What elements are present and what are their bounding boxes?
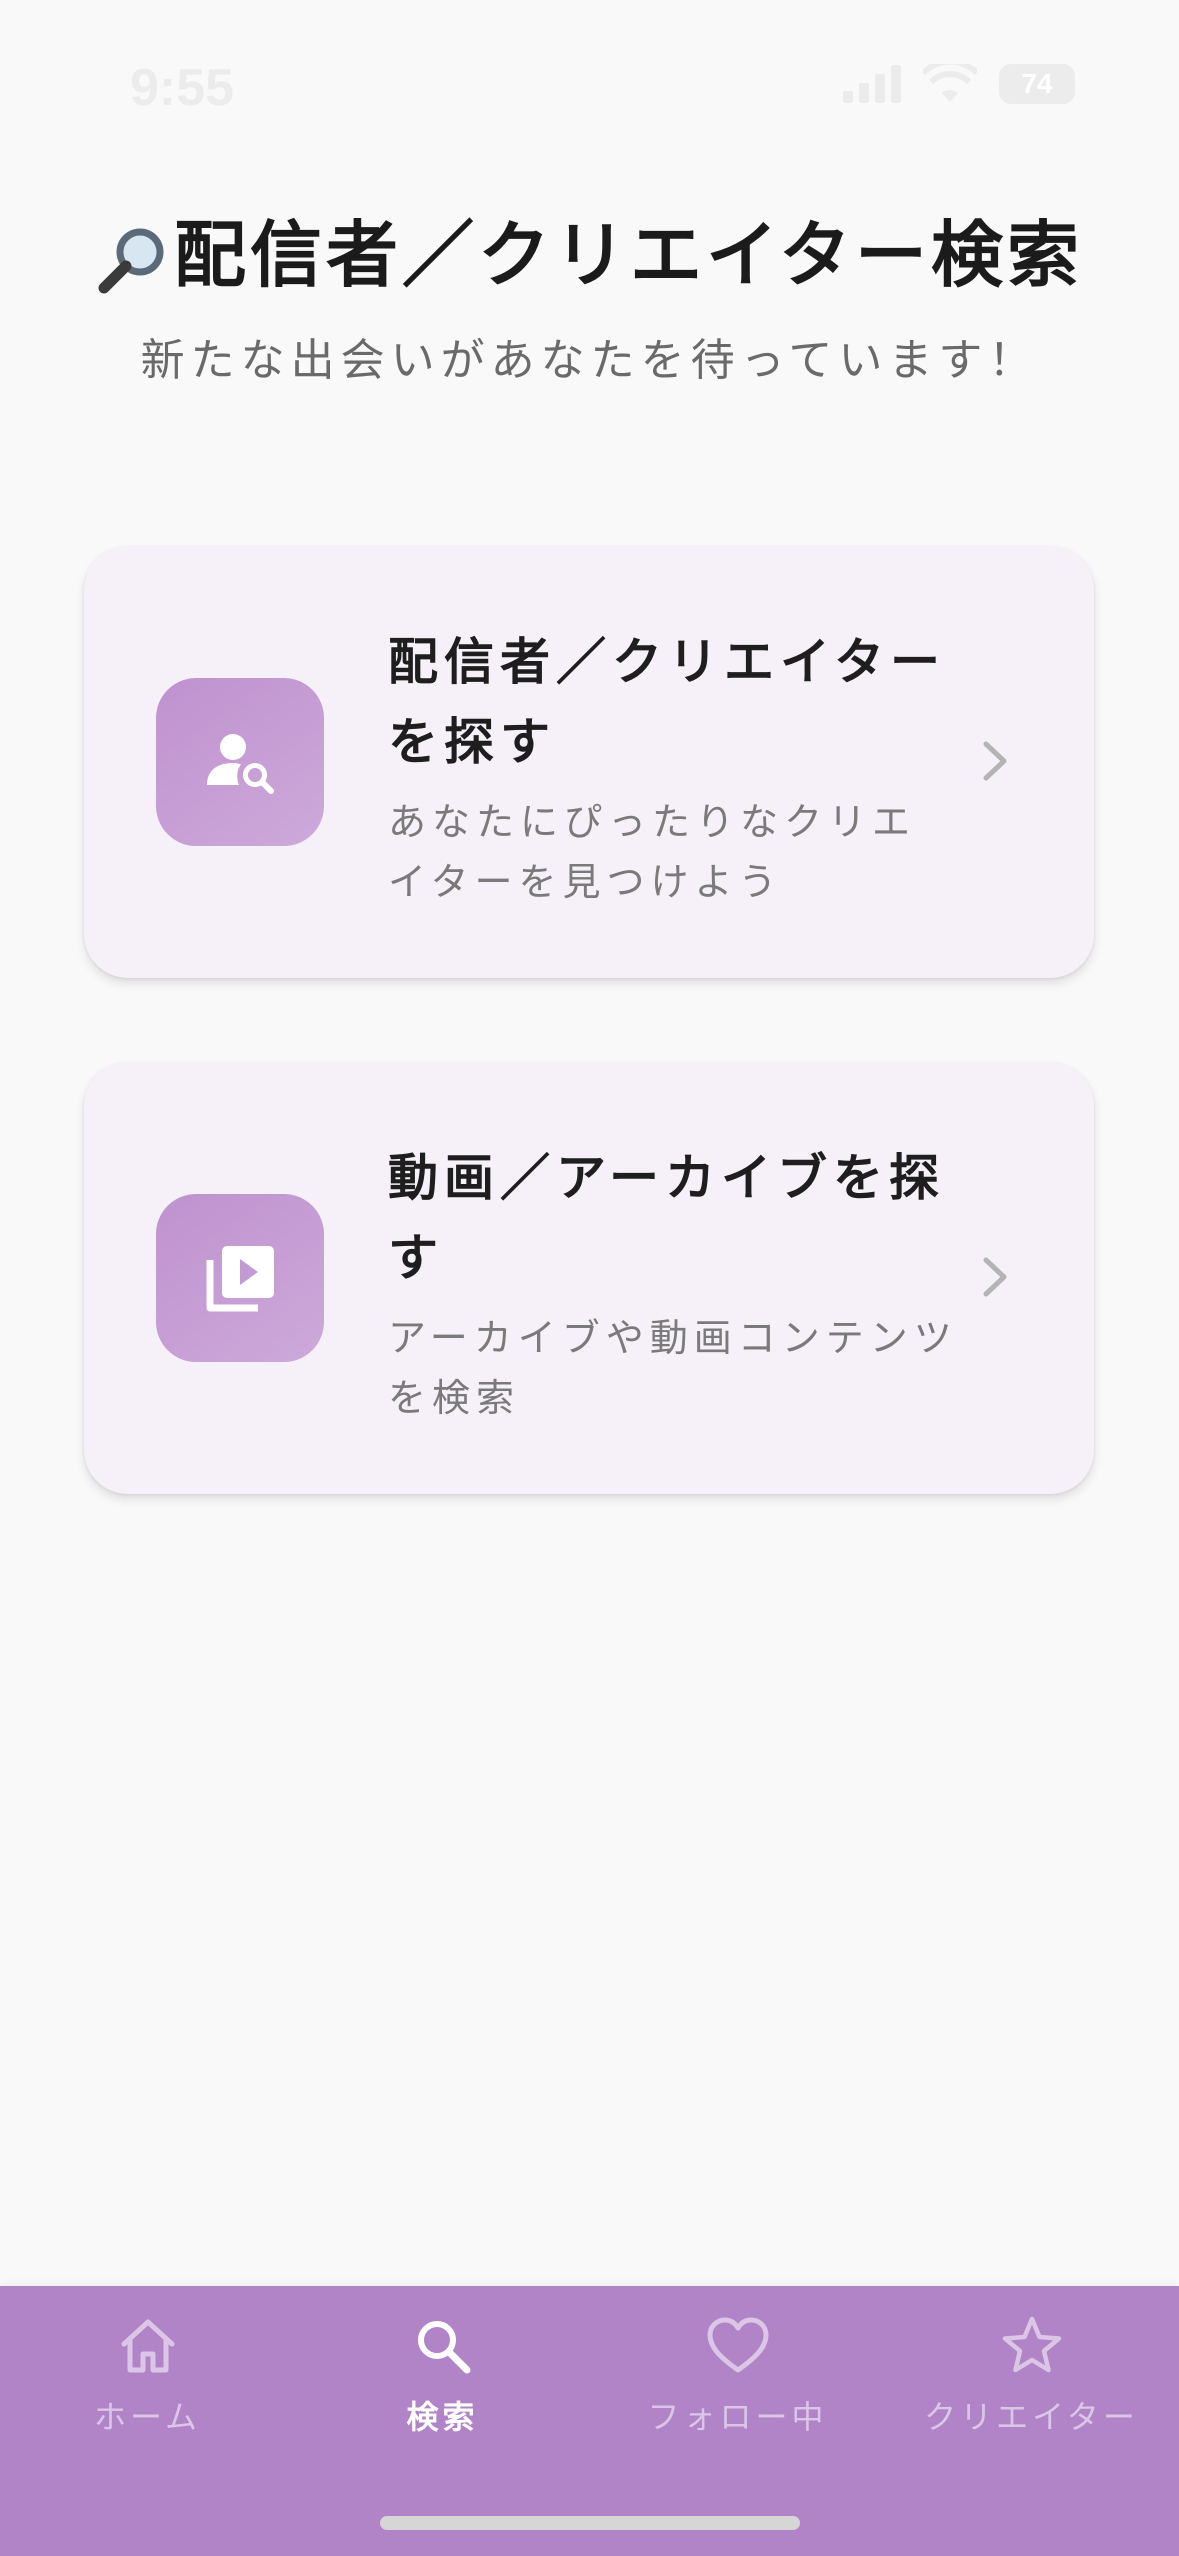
card-icon-tile (156, 1194, 324, 1362)
chevron-right-icon (983, 1257, 1007, 1297)
search-screen: 9:55 74 配信者／クリエイター検索 新たな出会いがあなたを待っています！ (0, 0, 1179, 2556)
nav-label: クリエイター (924, 2398, 1139, 2436)
page-title: 配信者／クリエイター検索 (0, 196, 1179, 301)
card-title: 配信者／クリエイターを探す (388, 633, 946, 771)
nav-label: ホーム (93, 2398, 202, 2436)
search-icon (417, 2321, 470, 2374)
page-subtitle: 新たな出会いがあなたを待っています！ (140, 335, 1039, 386)
person-search-icon (207, 734, 274, 794)
status-time: 9:55 (130, 59, 235, 117)
nav-item-creators[interactable]: クリエイター (884, 2314, 1179, 2438)
find-videos-card[interactable]: 動画／アーカイブを探す アーカイブや動画コンテンツを検索 (84, 1062, 1094, 1494)
video-library-icon (206, 1246, 274, 1312)
card-text: 動画／アーカイブを探す アーカイブや動画コンテンツを検索 (388, 1138, 958, 1428)
find-creators-card[interactable]: 配信者／クリエイターを探す あなたにぴったりなクリエイターを見つけよう (84, 546, 1094, 978)
page-title-text: 配信者／クリエイター検索 (173, 213, 1084, 297)
card-text: 配信者／クリエイターを探す あなたにぴったりなクリエイターを見つけよう (388, 622, 958, 912)
nav-label: 検索 (406, 2398, 479, 2436)
wifi-icon (923, 64, 977, 102)
heart-icon (707, 2317, 768, 2373)
card-title: 動画／アーカイブを探す (388, 1149, 945, 1287)
nav-label: フォロー中 (647, 2398, 828, 2436)
status-bar: 9:55 74 (0, 0, 1179, 150)
home-icon (121, 2319, 174, 2373)
chevron-right-icon (983, 741, 1007, 781)
battery-indicator: 74 (999, 64, 1075, 104)
card-icon-tile (156, 678, 324, 846)
nav-item-search[interactable]: 検索 (295, 2314, 590, 2438)
status-icons: 74 (843, 64, 1075, 104)
home-indicator[interactable] (380, 2516, 800, 2530)
nav-item-following[interactable]: フォロー中 (590, 2314, 885, 2438)
star-icon (1002, 2316, 1061, 2373)
signal-icon (843, 65, 901, 103)
magnifier-emoji-icon (98, 228, 164, 294)
nav-item-home[interactable]: ホーム (0, 2314, 295, 2438)
card-description: アーカイブや動画コンテンツを検索 (388, 1316, 958, 1420)
card-description: あなたにぴったりなクリエイターを見つけよう (388, 800, 917, 904)
